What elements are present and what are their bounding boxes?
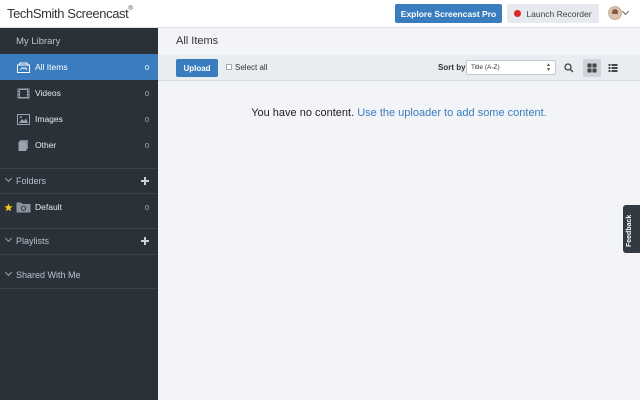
- empty-state-message: You have no content. Use the uploader to…: [158, 107, 640, 119]
- playlists-label: Playlists: [16, 236, 50, 246]
- sidebar-item-label: Videos: [35, 88, 61, 98]
- upload-button-label: Upload: [183, 63, 211, 73]
- sidebar-item-images[interactable]: Images 0: [0, 106, 158, 132]
- sidebar-item-label: Other: [35, 140, 57, 150]
- logo-text: TechSmith Screencast: [7, 6, 129, 21]
- select-arrows-icon: ▲ ▼: [546, 62, 551, 73]
- sort-select[interactable]: Title (A-Z) ▲ ▼: [466, 60, 556, 75]
- logo-registered-mark: ®: [128, 6, 133, 12]
- sidebar-item-all-items[interactable]: All Items 0: [0, 54, 158, 80]
- sidebar-divider: [0, 254, 158, 255]
- record-icon: [514, 10, 522, 17]
- upload-button[interactable]: Upload: [176, 59, 218, 77]
- film-icon: [17, 88, 30, 98]
- sort-select-value: Title (A-Z): [471, 64, 500, 71]
- chevron-down-icon[interactable]: [621, 7, 630, 16]
- content-toolbar: Upload Select all Sort by Title (A-Z) ▲ ▼: [158, 55, 640, 81]
- explore-screencast-pro-button[interactable]: Explore Screencast Pro: [395, 4, 502, 23]
- sidebar-item-videos[interactable]: Videos 0: [0, 80, 158, 106]
- list-view-icon[interactable]: [604, 59, 622, 77]
- add-playlist-icon[interactable]: [141, 237, 149, 245]
- explore-button-label: Explore Screencast Pro: [400, 8, 497, 19]
- search-icon[interactable]: [560, 59, 578, 77]
- feedback-tab[interactable]: Feedback: [623, 205, 640, 253]
- launch-button-label: Launch Recorder: [526, 8, 592, 19]
- sidebar-my-library[interactable]: My Library: [0, 28, 158, 54]
- select-all-label[interactable]: Select all: [235, 63, 267, 72]
- folder-label: Default: [35, 202, 62, 212]
- image-icon: [17, 113, 30, 125]
- all-items-icon: [17, 62, 30, 73]
- feedback-label: Feedback: [626, 214, 633, 247]
- app-logo[interactable]: TechSmith Screencast®: [7, 6, 133, 21]
- avatar[interactable]: [608, 6, 622, 20]
- sidebar-item-label: All Items: [35, 62, 68, 72]
- chevron-down-icon[interactable]: [4, 234, 13, 243]
- add-folder-icon[interactable]: [141, 177, 149, 185]
- shared-with-me-label: Shared With Me: [16, 270, 81, 280]
- item-count: 0: [144, 114, 149, 124]
- folder-icon: [16, 202, 31, 213]
- playlists-section-header[interactable]: Playlists: [0, 228, 158, 254]
- sidebar-item-other[interactable]: Other 0: [0, 132, 158, 158]
- item-count: 0: [144, 202, 149, 212]
- item-count: 0: [144, 62, 149, 72]
- sidebar: My Library All Items 0 Videos 0 Images 0…: [0, 28, 158, 400]
- sidebar-item-label: Images: [35, 114, 63, 124]
- item-count: 0: [144, 88, 149, 98]
- select-all-checkbox[interactable]: [226, 64, 232, 70]
- empty-state-text: You have no content.: [251, 107, 355, 119]
- folder-item-default[interactable]: Default 0: [0, 194, 158, 220]
- folders-section-header[interactable]: Folders: [0, 168, 158, 194]
- my-library-label: My Library: [16, 35, 61, 47]
- sidebar-divider: [0, 288, 158, 289]
- folders-label: Folders: [16, 176, 47, 186]
- documents-icon: [18, 139, 28, 151]
- launch-recorder-button[interactable]: Launch Recorder: [507, 4, 599, 23]
- uploader-link[interactable]: Use the uploader to add some content.: [357, 107, 547, 119]
- chevron-down-icon[interactable]: [4, 268, 13, 277]
- main-content: All Items Upload Select all Sort by Titl…: [158, 28, 640, 400]
- shared-section-header[interactable]: Shared With Me: [0, 262, 158, 288]
- star-icon[interactable]: [4, 202, 13, 212]
- grid-view-icon[interactable]: [583, 59, 601, 77]
- page-title: All Items: [176, 35, 219, 47]
- chevron-down-icon[interactable]: [4, 174, 13, 183]
- item-count: 0: [144, 140, 149, 150]
- sort-by-label: Sort by: [438, 63, 466, 72]
- top-bar: TechSmith Screencast® Explore Screencast…: [0, 0, 640, 28]
